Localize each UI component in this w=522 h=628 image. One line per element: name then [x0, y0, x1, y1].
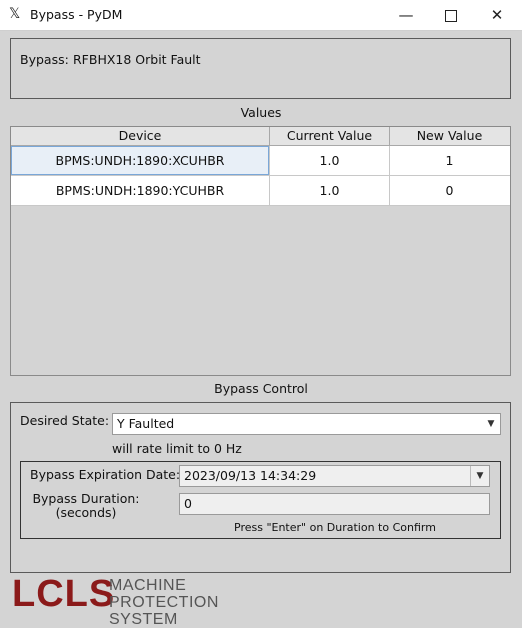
minimize-button[interactable]: —: [391, 5, 421, 25]
column-header-device[interactable]: Device: [11, 127, 270, 145]
bypass-name: RFBHX18 Orbit Fault: [73, 52, 201, 67]
logo-lcls-text: LCLS: [12, 573, 116, 615]
desired-state-value: Y Faulted: [117, 416, 175, 431]
logo-subtitle: MACHINE PROTECTION SYSTEM: [109, 577, 219, 628]
chevron-down-icon[interactable]: ▼: [482, 414, 500, 434]
device-cell[interactable]: BPMS:UNDH:1890:XCUHBR: [11, 146, 270, 175]
close-button[interactable]: ✕: [482, 5, 512, 25]
duration-value: 0: [184, 496, 192, 511]
maximize-button[interactable]: [436, 5, 466, 25]
table-row[interactable]: BPMS:UNDH:1890:XCUHBR 1.0 1: [11, 146, 510, 176]
new-value-cell[interactable]: 1: [390, 146, 509, 175]
expiration-date-value: 2023/09/13 14:34:29: [184, 468, 317, 483]
expiration-date-label: Bypass Expiration Date:: [30, 467, 181, 482]
device-cell[interactable]: BPMS:UNDH:1890:YCUHBR: [11, 176, 270, 205]
logo-subtitle-line1: MACHINE: [109, 577, 187, 594]
duration-label: Bypass Duration: (seconds): [30, 492, 142, 520]
bypass-control-frame: Desired State: Y Faulted ▼ will rate lim…: [10, 402, 511, 573]
chevron-down-icon[interactable]: ▼: [470, 466, 489, 486]
table-row[interactable]: BPMS:UNDH:1890:YCUHBR 1.0 0: [11, 176, 510, 206]
x-logo-icon: 𝕏: [9, 6, 21, 22]
values-table[interactable]: Device Current Value New Value BPMS:UNDH…: [10, 126, 511, 376]
duration-input[interactable]: 0: [179, 493, 490, 515]
title-bar: 𝕏 Bypass - PyDM — ✕: [0, 0, 522, 31]
duration-label-line2: (seconds): [55, 505, 117, 520]
desired-state-select[interactable]: Y Faulted ▼: [112, 413, 501, 435]
column-header-new-value[interactable]: New Value: [390, 127, 509, 145]
new-value-cell[interactable]: 0: [390, 176, 509, 205]
logo-subtitle-line2: PROTECTION SYSTEM: [109, 594, 219, 628]
maximize-icon: [445, 10, 457, 22]
window-title: Bypass - PyDM: [30, 7, 123, 22]
minimize-icon: —: [398, 6, 414, 24]
bypass-control-title: Bypass Control: [214, 381, 308, 396]
column-header-current-value[interactable]: Current Value: [270, 127, 390, 145]
values-title: Values: [240, 105, 282, 120]
expiration-frame: Bypass Expiration Date: 2023/09/13 14:34…: [20, 461, 501, 539]
duration-label-line1: Bypass Duration:: [32, 491, 140, 506]
current-value-cell[interactable]: 1.0: [270, 176, 390, 205]
bypass-info-frame: Bypass: RFBHX18 Orbit Fault: [10, 38, 511, 99]
rate-limit-text: will rate limit to 0 Hz: [112, 441, 242, 456]
table-header: Device Current Value New Value: [11, 127, 510, 146]
confirm-hint: Press "Enter" on Duration to Confirm: [234, 521, 436, 534]
bypass-label: Bypass:: [20, 52, 69, 67]
expiration-date-field[interactable]: 2023/09/13 14:34:29 ▼: [179, 465, 490, 487]
desired-state-label: Desired State:: [20, 413, 110, 428]
current-value-cell[interactable]: 1.0: [270, 146, 390, 175]
close-icon: ✕: [490, 6, 504, 24]
